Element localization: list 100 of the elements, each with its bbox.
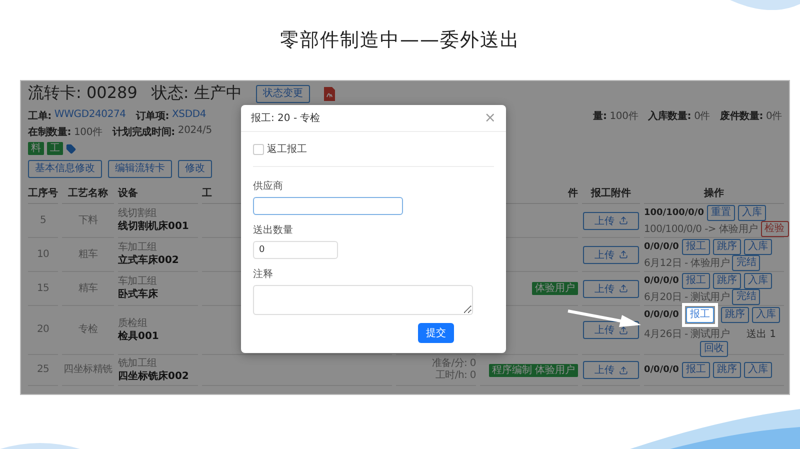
column-header: 设备 <box>118 183 198 204</box>
upload-button[interactable]: 上传 <box>583 246 639 264</box>
operation-button[interactable]: 入库 <box>752 307 780 323</box>
table-cell: 0/0/0/0 <box>644 310 679 320</box>
card-number: 流转卡: 00289 <box>28 83 138 104</box>
table-cell: 100/100/0/0 <box>644 208 704 218</box>
equipment-name: 线切割机床001 <box>118 220 189 233</box>
upload-icon <box>618 366 628 374</box>
close-button[interactable]: × <box>484 111 496 125</box>
operation-button[interactable]: 跳序 <box>712 238 741 254</box>
table-cell: 精车 <box>78 282 98 294</box>
info-label: 计划完成时间: <box>112 125 175 139</box>
info-value: 0件 <box>766 110 782 124</box>
operation-button[interactable]: 入库 <box>744 272 772 288</box>
table-cell: 粗车 <box>78 248 98 260</box>
info-label: 在制数量: <box>28 126 71 139</box>
table-cell: 下料 <box>78 214 98 226</box>
equipment-group: 线切割组 <box>118 208 157 220</box>
column-header: 工艺名称 <box>62 183 114 204</box>
field-label: 注释 <box>253 268 273 281</box>
status-change-button[interactable]: 状态变更 <box>256 84 310 102</box>
status-tag: 工 <box>47 142 63 155</box>
operation-button[interactable]: 报工 <box>682 272 710 288</box>
table-cell: 专检 <box>78 324 98 336</box>
info-value: 100件 <box>610 110 638 124</box>
action-button[interactable]: 基本信息修改 <box>28 160 102 178</box>
operation-button[interactable]: 报工 <box>686 307 714 323</box>
corner-wave <box>730 0 800 10</box>
info-value: 100件 <box>74 126 102 139</box>
operation-button[interactable]: 跳序 <box>720 307 749 323</box>
operation-button[interactable]: 重置 <box>706 204 735 220</box>
equipment-name: 立式车床002 <box>118 254 179 267</box>
user-tag: 程序编制 体验用户 <box>488 364 578 376</box>
input-field[interactable]: 0 <box>253 241 338 259</box>
card-status: 状态: 生产中 <box>151 83 242 104</box>
history-text: 4月26日 - 测试用户 <box>644 328 730 341</box>
equipment-name: 卧式车床 <box>118 288 158 301</box>
table-cell: 10 <box>36 248 50 260</box>
rework-checkbox[interactable]: 返工报工 <box>253 142 494 167</box>
history-text: 6月12日 - 体验用户 <box>644 256 730 270</box>
info-label: 废件数量: <box>720 109 764 124</box>
table-cell: 0/0/0/0 <box>644 365 679 375</box>
operation-button[interactable]: 回收 <box>700 341 728 357</box>
table-cell: 0/0/0/0 <box>644 276 679 286</box>
operation-button[interactable]: 入库 <box>744 238 772 254</box>
user-tag: 体验用户 <box>532 282 578 295</box>
upload-icon <box>618 216 628 225</box>
upload-button[interactable]: 上传 <box>583 361 639 379</box>
action-button[interactable]: 编辑流转卡 <box>108 160 172 178</box>
history-text: 100/100/0/0 -> 体验用户 <box>644 222 758 236</box>
equipment-name: 检具001 <box>118 330 159 342</box>
submit-button[interactable]: 提交 <box>418 323 454 343</box>
info-value: 2024/5 <box>178 125 212 138</box>
table-cell-text: 准备/分: 0 <box>432 358 476 370</box>
info-label: 入库数量: <box>648 109 692 124</box>
sent-note: 送出 1 <box>746 328 776 341</box>
table-cell: 20 <box>36 324 50 336</box>
equipment-name: 四坐标铣床002 <box>118 370 189 382</box>
equipment-group: 车加工组 <box>118 276 157 288</box>
operation-button[interactable]: 完结 <box>732 288 760 304</box>
operation-button[interactable]: 入库 <box>738 204 766 220</box>
info-label: 量: <box>593 110 607 124</box>
table-cell: 25 <box>36 364 50 376</box>
table-cell: 15 <box>36 282 50 294</box>
history-text: 6月20日 - 测试用户 <box>644 290 730 304</box>
input-field[interactable] <box>253 197 403 215</box>
equipment-group: 车加工组 <box>118 242 157 254</box>
tag-icon <box>66 144 76 154</box>
status-tag: 料 <box>28 142 44 155</box>
operation-button[interactable]: 报工 <box>682 238 710 254</box>
upload-icon <box>618 326 628 334</box>
column-header: 报工附件 <box>582 183 640 204</box>
column-header: 工序号 <box>28 183 58 204</box>
table-cell: 工时/h: 0 <box>435 370 476 382</box>
upload-icon <box>618 284 628 293</box>
info-label: 订单项: <box>136 110 170 123</box>
operation-button[interactable]: 完结 <box>732 254 760 270</box>
operation-button[interactable]: 跳序 <box>712 362 741 378</box>
field-label: 送出数量 <box>253 224 293 237</box>
pdf-icon[interactable] <box>324 86 335 100</box>
table-cell: 0/0/0/0 <box>644 242 679 252</box>
operation-button[interactable]: 报工 <box>682 362 710 378</box>
equipment-group: 铣加工组 <box>118 358 157 370</box>
equipment-group: 质检组 <box>118 318 148 330</box>
info-label: 工单: <box>28 110 52 123</box>
note-field[interactable] <box>253 285 473 315</box>
operation-button[interactable]: 跳序 <box>712 272 741 288</box>
operation-button[interactable]: 入库 <box>744 362 772 378</box>
action-button[interactable]: 修改 <box>178 160 212 178</box>
upload-icon <box>618 250 628 259</box>
info-link[interactable]: WWGD240274 <box>54 109 126 123</box>
dialog-title: 报工: 20 - 专检 <box>251 112 320 125</box>
upload-button[interactable]: 上传 <box>583 280 639 298</box>
operation-button[interactable]: 检验 <box>760 220 789 236</box>
table-cell: 5 <box>40 214 46 226</box>
info-link[interactable]: XSDD4 <box>172 109 206 123</box>
table-cell: 四坐标精铣 <box>64 364 112 376</box>
column-header: 操作 <box>644 183 784 204</box>
upload-button[interactable]: 上传 <box>583 212 639 230</box>
info-value: 0件 <box>694 110 710 124</box>
